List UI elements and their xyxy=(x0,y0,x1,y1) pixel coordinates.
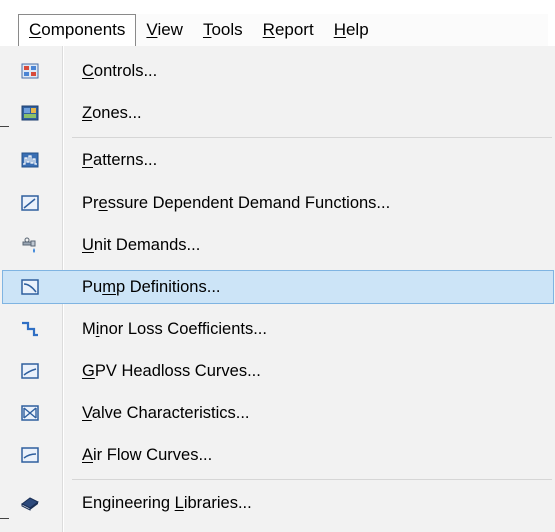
menu-item-minor-loss-coefficients-label: Minor Loss Coefficients... xyxy=(82,320,267,338)
pressure-curve-icon xyxy=(21,195,39,211)
menu-components-mnemonic: C xyxy=(29,20,42,39)
menu-item-air-flow-curves-label: Air Flow Curves... xyxy=(82,446,213,464)
book-icon xyxy=(21,497,39,511)
menu-separator xyxy=(72,479,552,480)
menu-view[interactable]: View xyxy=(136,14,193,46)
valve-icon xyxy=(21,405,39,421)
controls-icon xyxy=(21,63,39,79)
menu-components[interactable]: Components xyxy=(18,14,137,47)
menu-item-engineering-libraries[interactable]: Engineering Libraries... xyxy=(2,486,554,520)
menu-tools[interactable]: Tools xyxy=(193,14,253,46)
menu-components-rest: omponents xyxy=(41,20,126,39)
background-window-edge xyxy=(0,126,9,127)
menu-item-valve-characteristics[interactable]: Valve Characteristics... xyxy=(2,396,554,430)
menu-item-air-flow-curves[interactable]: Air Flow Curves... xyxy=(2,438,554,472)
menu-item-minor-loss-coefficients[interactable]: Minor Loss Coefficients... xyxy=(2,312,554,346)
menu-item-unit-demands[interactable]: Unit Demands... xyxy=(2,228,554,262)
menu-item-zones[interactable]: Zones... xyxy=(2,96,554,130)
menu-help-rest: elp xyxy=(345,20,369,39)
air-flow-curve-icon xyxy=(21,447,39,463)
menu-item-pump-definitions-label: Pump Definitions... xyxy=(82,278,221,296)
menu-help-mnemonic: H xyxy=(333,20,346,39)
components-dropdown-menu: Controls... Zones... Patterns... Pressur… xyxy=(0,46,555,532)
menu-item-patterns[interactable]: Patterns... xyxy=(2,143,554,177)
menu-view-mnemonic: V xyxy=(146,20,158,39)
menu-item-pressure-dependent-demand-functions[interactable]: Pressure Dependent Demand Functions... xyxy=(2,186,554,220)
menu-tools-rest: ools xyxy=(211,20,243,39)
gpv-curve-icon xyxy=(21,363,39,379)
menu-item-valve-characteristics-label: Valve Characteristics... xyxy=(82,404,250,422)
menu-item-controls-label: Controls... xyxy=(82,62,158,80)
menu-separator xyxy=(72,137,552,138)
menu-item-pressure-dependent-demand-functions-label: Pressure Dependent Demand Functions... xyxy=(82,194,391,212)
menu-report-mnemonic: R xyxy=(262,20,275,39)
menu-item-engineering-libraries-label: Engineering Libraries... xyxy=(82,494,252,512)
minor-loss-icon xyxy=(22,321,38,337)
menu-bar: Components View Tools Report Help xyxy=(18,14,548,47)
menu-item-zones-label: Zones... xyxy=(82,104,142,122)
menu-item-pump-definitions[interactable]: Pump Definitions... xyxy=(2,270,554,304)
menu-report-rest: eport xyxy=(274,20,314,39)
menu-item-controls[interactable]: Controls... xyxy=(2,54,554,88)
menu-item-gpv-headloss-curves[interactable]: GPV Headloss Curves... xyxy=(2,354,554,388)
unit-demands-icon xyxy=(22,237,36,253)
patterns-icon xyxy=(21,152,39,168)
background-window-edge xyxy=(0,518,9,519)
menu-item-gpv-headloss-curves-label: GPV Headloss Curves... xyxy=(82,362,261,380)
zones-icon xyxy=(21,105,39,121)
menu-item-patterns-label: Patterns... xyxy=(82,151,158,169)
menu-help[interactable]: Help xyxy=(324,14,379,46)
pump-curve-icon xyxy=(21,279,39,295)
menu-item-unit-demands-label: Unit Demands... xyxy=(82,236,201,254)
menu-view-rest: iew xyxy=(157,20,183,39)
menu-report[interactable]: Report xyxy=(253,14,324,46)
